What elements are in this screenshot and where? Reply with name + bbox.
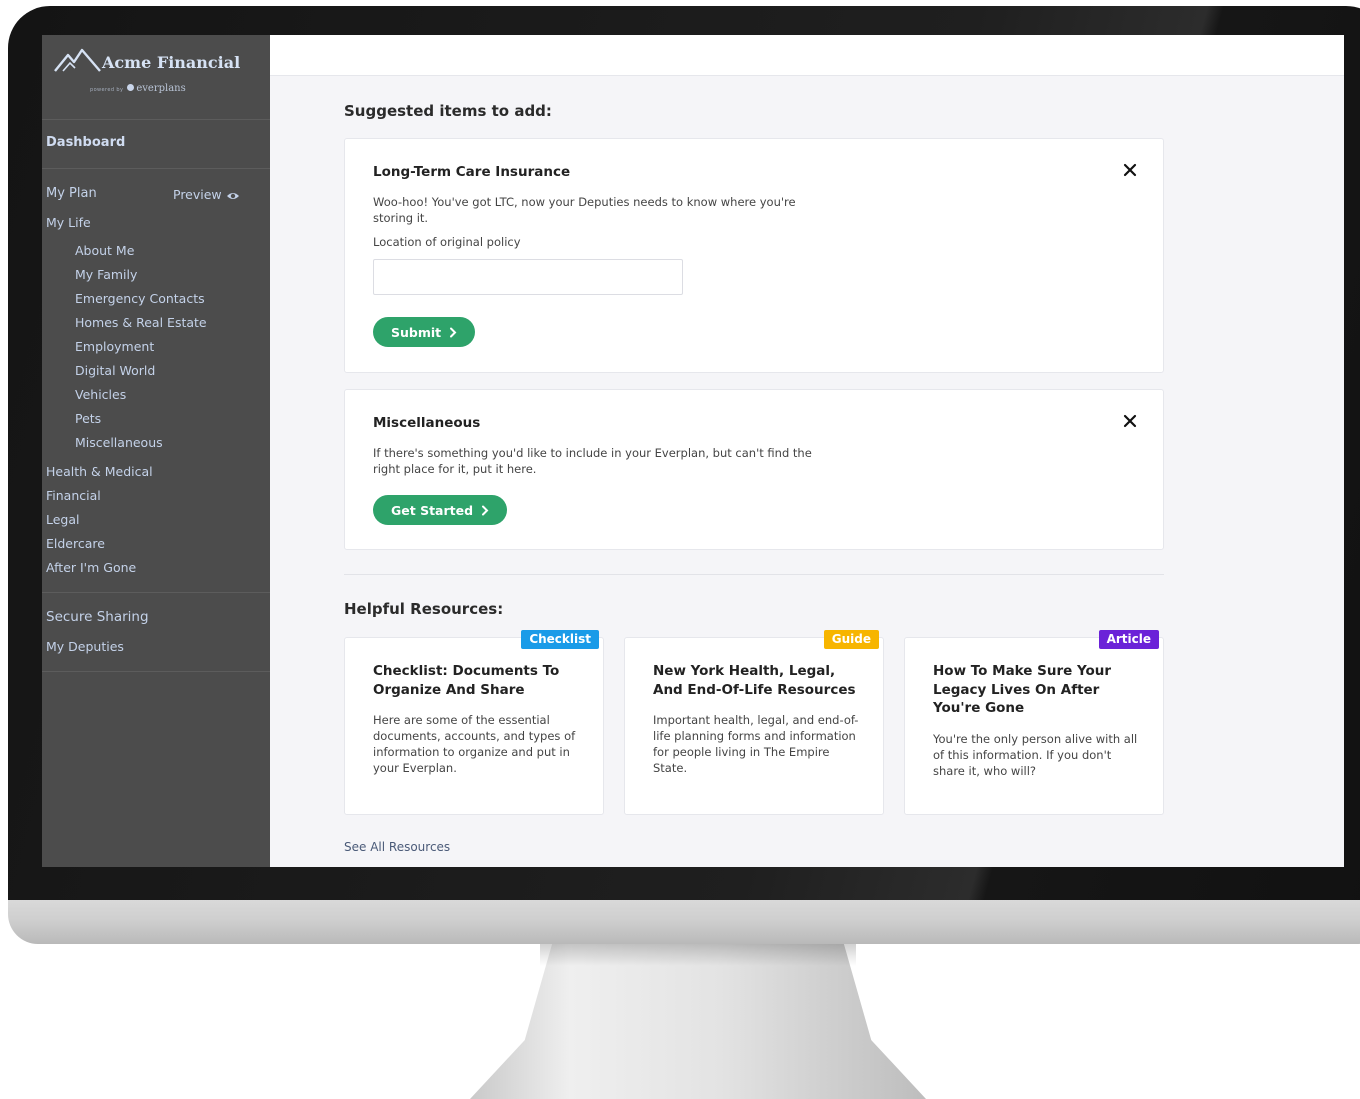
sidebar-item-eldercare[interactable]: Eldercare	[46, 536, 105, 551]
card-description: Woo-hoo! You've got LTC, now your Deputi…	[373, 195, 796, 225]
sidebar-item-financial[interactable]: Financial	[46, 488, 101, 503]
sidebar-divider	[42, 671, 270, 672]
sidebar-item-pets[interactable]: Pets	[75, 411, 101, 426]
suggested-card-misc: Miscellaneous If there's something you'd…	[344, 389, 1164, 550]
partner-name: everplans	[136, 83, 186, 94]
card-description: If there's something you'd like to inclu…	[373, 446, 812, 476]
close-icon[interactable]	[1123, 163, 1137, 177]
see-all-resources-link[interactable]: See All Resources	[344, 840, 450, 854]
sidebar-item-after-im-gone[interactable]: After I'm Gone	[46, 560, 136, 575]
sidebar-item-my-life[interactable]: My Life	[46, 215, 91, 230]
monitor-stand	[470, 944, 926, 1099]
card-title: Miscellaneous	[373, 415, 481, 431]
suggested-card-ltc: Long-Term Care Insurance Woo-hoo! You've…	[344, 138, 1164, 373]
resource-card-checklist[interactable]: Checklist Checklist: Documents To Organi…	[344, 630, 604, 815]
brand[interactable]: Acme Financial powered by everplans	[42, 35, 270, 119]
sidebar-divider	[42, 592, 270, 593]
sidebar-divider	[42, 119, 270, 120]
resource-title: Checklist: Documents To Organize And Sha…	[373, 663, 560, 698]
sidebar-item-digital-world[interactable]: Digital World	[75, 363, 155, 378]
sidebar-item-my-deputies[interactable]: My Deputies	[46, 639, 124, 654]
resource-card-guide[interactable]: Guide New York Health, Legal, And End-Of…	[624, 630, 884, 815]
sidebar-item-my-family[interactable]: My Family	[75, 267, 137, 282]
sidebar-item-about-me[interactable]: About Me	[75, 243, 134, 258]
monitor-chin	[8, 900, 1360, 944]
sidebar-item-vehicles[interactable]: Vehicles	[75, 387, 126, 402]
eye-icon	[226, 193, 239, 199]
sidebar-item-dashboard[interactable]: Dashboard	[46, 135, 125, 150]
chevron-right-icon	[450, 327, 457, 337]
sidebar-item-emergency-contacts[interactable]: Emergency Contacts	[75, 291, 205, 306]
sidebar-divider	[42, 168, 270, 169]
submit-button[interactable]: Submit	[373, 317, 476, 347]
type-badge: Article	[1098, 630, 1159, 649]
suggested-heading: Suggested items to add:	[344, 102, 552, 120]
resource-title: How To Make Sure Your Legacy Lives On Af…	[933, 663, 1112, 716]
sidebar-item-health-medical[interactable]: Health & Medical	[46, 464, 153, 479]
type-badge: Guide	[823, 630, 879, 649]
sidebar: Acme Financial powered by everplans Dashb…	[42, 35, 270, 867]
sidebar-item-my-plan[interactable]: My Plan	[46, 186, 97, 201]
sidebar-item-secure-sharing[interactable]: Secure Sharing	[46, 609, 149, 625]
everplans-logo-icon	[127, 84, 135, 91]
powered-by-text: powered by	[90, 87, 124, 93]
resource-description: Here are some of the essential documents…	[373, 713, 576, 775]
main-content: Suggested items to add: Long-Term Care I…	[270, 35, 1344, 867]
resource-description: You're the only person alive with all of…	[933, 732, 1138, 778]
resources-heading: Helpful Resources:	[344, 600, 504, 618]
sidebar-item-miscellaneous[interactable]: Miscellaneous	[75, 435, 163, 450]
mountain-logo-icon	[54, 48, 101, 72]
sidebar-item-legal[interactable]: Legal	[46, 512, 80, 527]
resource-title: New York Health, Legal, And End-Of-Life …	[653, 663, 856, 698]
preview-link[interactable]: Preview	[173, 187, 240, 202]
resource-description: Important health, legal, and end-of-life…	[653, 713, 859, 775]
type-badge: Checklist	[521, 630, 599, 649]
preview-label: Preview	[173, 187, 222, 202]
brand-name: Acme Financial	[102, 53, 241, 72]
brand-powered-by: powered by everplans	[90, 83, 186, 94]
get-started-button[interactable]: Get Started	[373, 495, 508, 525]
submit-label: Submit	[391, 324, 442, 340]
policy-location-input[interactable]	[373, 259, 683, 295]
get-started-label: Get Started	[391, 502, 474, 518]
close-icon[interactable]	[1123, 414, 1137, 428]
resource-card-article[interactable]: Article How To Make Sure Your Legacy Liv…	[904, 630, 1164, 815]
sidebar-item-employment[interactable]: Employment	[75, 339, 154, 354]
monitor-stand-shadow	[540, 944, 856, 966]
section-divider	[344, 574, 1164, 575]
field-label: Location of original policy	[373, 235, 521, 249]
sidebar-item-homes-real-estate[interactable]: Homes & Real Estate	[75, 315, 207, 330]
screen: Acme Financial powered by everplans Dashb…	[42, 35, 1344, 867]
chevron-right-icon	[482, 505, 489, 515]
top-bar	[270, 35, 1344, 76]
card-title: Long-Term Care Insurance	[373, 164, 571, 180]
